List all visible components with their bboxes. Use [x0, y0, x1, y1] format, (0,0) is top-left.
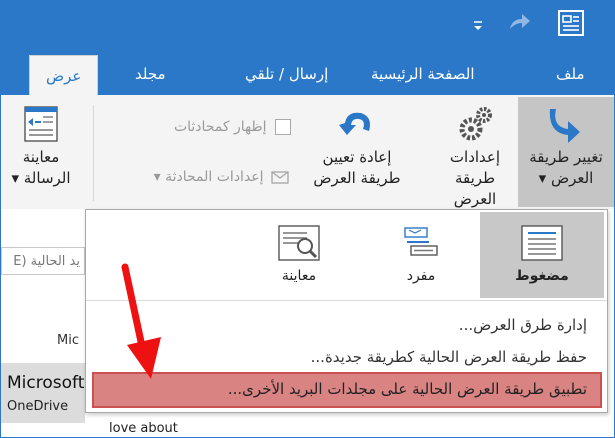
- message-preview-label-2: الرسالة ▾: [11, 169, 71, 187]
- manage-views-item[interactable]: إدارة طرق العرض...: [459, 316, 587, 334]
- change-view-button[interactable]: تغيير طريقة العرض ▾: [518, 97, 614, 207]
- reset-view-label-1: إعادة تعيين: [322, 148, 392, 166]
- ribbon-view: تغيير طريقة العرض ▾ إعدادات طريقة العرض …: [1, 95, 614, 210]
- show-as-conversations-checkbox[interactable]: إظهار كمحادثات: [131, 119, 291, 141]
- view-option-single[interactable]: مفرد: [366, 212, 476, 298]
- view-option-compact[interactable]: مضغوط: [480, 212, 604, 298]
- single-view-icon: [404, 227, 438, 256]
- message-snippet: love about: [107, 421, 178, 436]
- preview-view-icon: [278, 225, 320, 261]
- compact-view-icon: [521, 225, 563, 261]
- account-row[interactable]: [1, 363, 85, 423]
- change-view-icon: [549, 109, 580, 143]
- message-preview-label-1: معاينة: [22, 148, 60, 166]
- preview-view-label: معاينة: [281, 268, 317, 284]
- tab-folder[interactable]: مجلد: [135, 53, 166, 95]
- account-name: Microsoft: [7, 373, 85, 393]
- gears-icon: [459, 107, 492, 141]
- save-view-as-item[interactable]: حفظ طريقة العرض الحالية كطريقة جديدة...: [311, 348, 587, 366]
- checkbox-box: [275, 119, 291, 135]
- conversation-settings-label: إعدادات المحادثة ▾: [153, 169, 264, 185]
- change-view-label-2: العرض ▾: [538, 169, 594, 187]
- view-option-preview[interactable]: معاينة: [236, 212, 362, 298]
- reset-view-button[interactable]: إعادة تعيين طريقة العرض: [303, 97, 411, 207]
- message-preview-button[interactable]: معاينة الرسالة ▾: [1, 97, 81, 207]
- change-view-label-1: تغيير طريقة: [529, 148, 603, 166]
- tab-home[interactable]: الصفحة الرئيسية: [371, 53, 475, 95]
- customize-qat-icon[interactable]: [471, 17, 485, 33]
- ribbon-group-divider: [93, 105, 94, 201]
- tab-file[interactable]: ملف: [556, 53, 585, 95]
- tab-send-receive[interactable]: إرسال / تلقي: [245, 53, 328, 95]
- ribbon-tabs: ملف الصفحة الرئيسية إرسال / تلقي مجلد عر…: [1, 53, 614, 96]
- outlook-view-icon[interactable]: [557, 9, 585, 37]
- show-conversations-label: إظهار كمحادثات: [173, 119, 267, 135]
- view-settings-label-1: إعدادات: [449, 148, 501, 166]
- outlook-window: ملف الصفحة الرئيسية إرسال / تلقي مجلد عر…: [0, 0, 615, 438]
- reset-view-icon: [339, 112, 370, 135]
- tab-view[interactable]: عرض: [29, 55, 99, 96]
- compact-view-label: مضغوط: [515, 268, 569, 284]
- conversation-settings-button[interactable]: إعدادات المحادثة ▾: [105, 169, 291, 191]
- view-settings-label-2: طريقة العرض: [453, 169, 497, 208]
- account-subtitle: OneDrive: [7, 399, 69, 414]
- title-bar: [1, 1, 614, 53]
- red-arrow-annotation: [121, 263, 161, 379]
- reset-view-label-2: طريقة العرض: [313, 169, 401, 187]
- envelope-settings-icon: [271, 171, 289, 184]
- single-view-label: مفرد: [406, 268, 436, 284]
- message-preview-icon: [24, 106, 58, 142]
- search-input[interactable]: يد الحالية (E: [1, 247, 85, 275]
- view-settings-button[interactable]: إعدادات طريقة العرض: [433, 97, 517, 208]
- folder-label: Mic: [57, 333, 79, 348]
- redo-icon[interactable]: [506, 11, 532, 35]
- apply-view-item[interactable]: تطبيق طريقة العرض الحالية على مجلدات الب…: [228, 380, 587, 398]
